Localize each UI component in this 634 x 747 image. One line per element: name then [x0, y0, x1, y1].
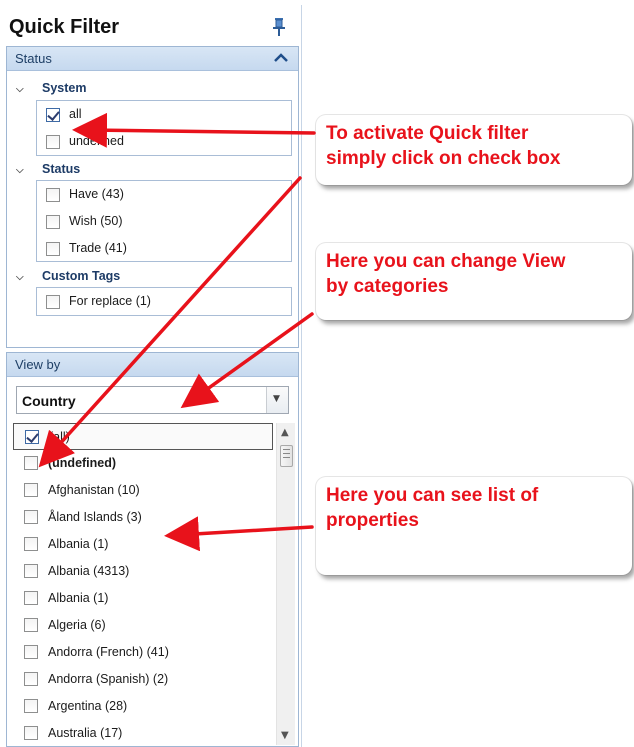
arrow-to-dropdown: [180, 312, 314, 409]
annotation-arrows: [38, 112, 316, 552]
arrow-to-checkbox: [72, 112, 316, 148]
arrow-to-list-undefined: [38, 176, 302, 468]
arrow-to-list: [164, 516, 314, 552]
